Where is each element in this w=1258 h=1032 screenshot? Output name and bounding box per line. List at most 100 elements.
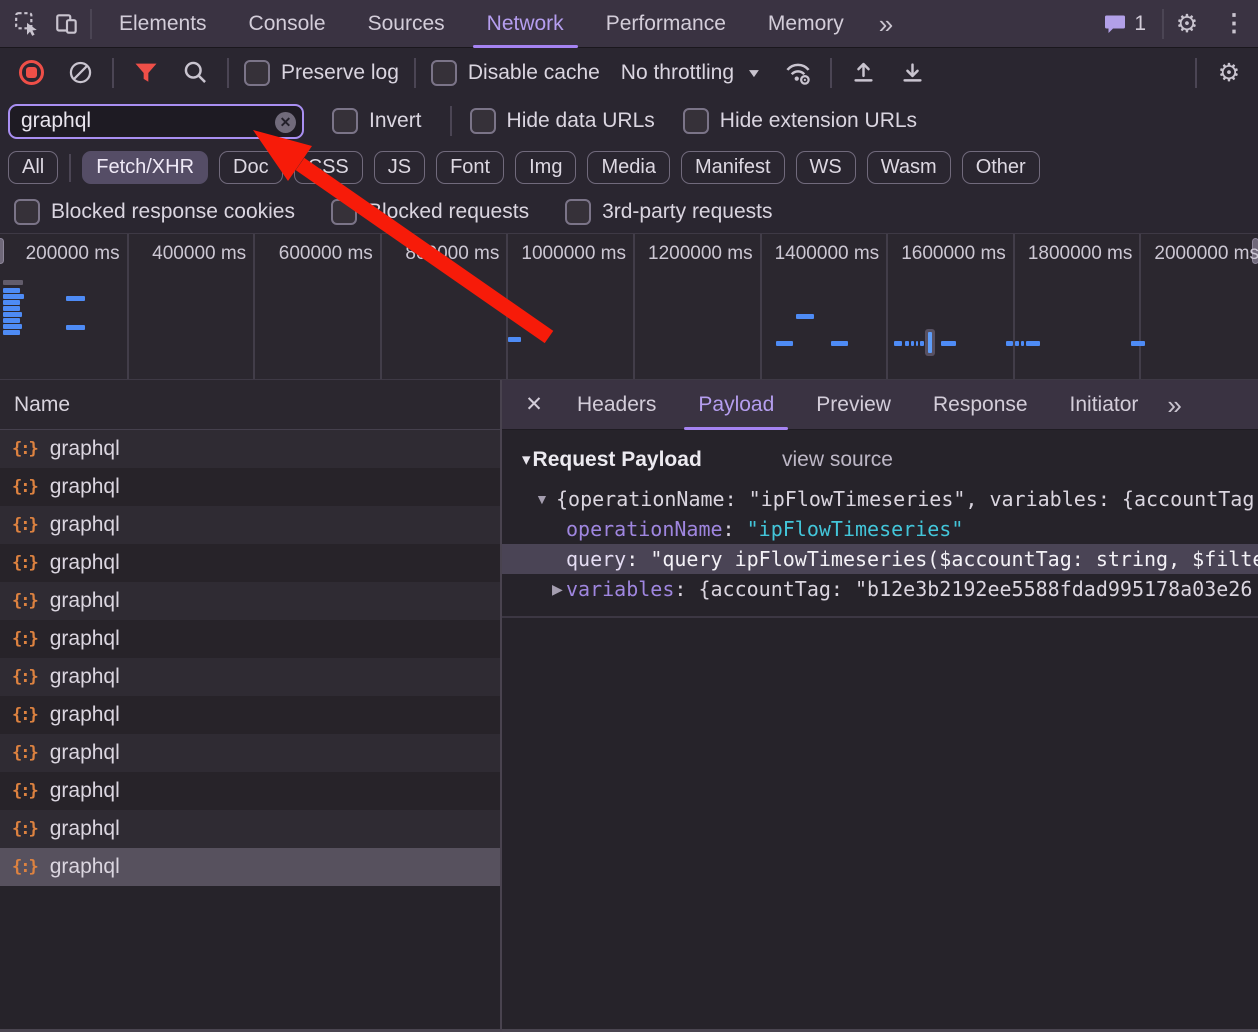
checkbox-label: Blocked requests	[368, 200, 529, 224]
clear-icon[interactable]	[63, 56, 97, 90]
tab-headers[interactable]: Headers	[556, 380, 677, 430]
filter-funnel-icon[interactable]	[129, 56, 163, 90]
export-har-icon[interactable]	[896, 56, 930, 90]
timeline-tick: 400000 ms	[126, 243, 246, 265]
checkbox[interactable]	[470, 108, 496, 134]
payload-key: variables	[566, 577, 674, 601]
chip-media[interactable]: Media	[587, 151, 669, 184]
name-column-header[interactable]: Name	[0, 380, 500, 430]
divider	[112, 58, 114, 88]
close-icon[interactable]: ✕	[512, 392, 556, 417]
request-row[interactable]: {:}graphql	[0, 468, 500, 506]
request-payload-section[interactable]: ▾ Request Payload view source	[502, 444, 1258, 476]
payload-line[interactable]: query: "query ipFlowTimeseries($accountT…	[502, 544, 1258, 574]
panel-splitter[interactable]	[500, 380, 502, 1032]
chip-wasm[interactable]: Wasm	[867, 151, 951, 184]
network-options-row: Blocked response cookies Blocked requests…	[0, 190, 1258, 233]
timeline-bar	[831, 341, 848, 346]
request-row[interactable]: {:}graphql	[0, 620, 500, 658]
filter-input-wrapper: ✕	[8, 104, 304, 139]
timeline-tick: 200000 ms	[0, 243, 120, 265]
chip-manifest[interactable]: Manifest	[681, 151, 785, 184]
section-collapse-icon[interactable]: ▾	[522, 450, 531, 470]
request-row[interactable]: {:}graphql	[0, 506, 500, 544]
checkbox[interactable]	[332, 108, 358, 134]
tab-initiator[interactable]: Initiator	[1049, 380, 1160, 430]
timeline-bar	[1015, 341, 1019, 346]
option-3rd-party-requests[interactable]: 3rd-party requests	[565, 199, 772, 225]
tab-preview[interactable]: Preview	[795, 380, 912, 430]
import-har-icon[interactable]	[847, 56, 881, 90]
request-row[interactable]: {:}graphql	[0, 658, 500, 696]
disable-cache-option[interactable]: Disable cache	[431, 60, 600, 86]
option-blocked-response-cookies[interactable]: Blocked response cookies	[14, 199, 295, 225]
preserve-log-option[interactable]: Preserve log	[244, 60, 399, 86]
disclosure-triangle-icon[interactable]: ▶	[552, 574, 563, 604]
chip-img[interactable]: Img	[515, 151, 576, 184]
section-title: Request Payload	[533, 448, 702, 472]
search-icon[interactable]	[178, 56, 212, 90]
option-blocked-requests[interactable]: Blocked requests	[331, 199, 529, 225]
checkbox[interactable]	[565, 199, 591, 225]
request-row[interactable]: {:}graphql	[0, 848, 500, 886]
divider	[90, 9, 92, 39]
network-conditions-icon[interactable]	[781, 56, 815, 90]
payload-line[interactable]: ▼{operationName: "ipFlowTimeseries", var…	[502, 484, 1258, 514]
request-row[interactable]: {:}graphql	[0, 734, 500, 772]
settings-gear-icon[interactable]: ⚙	[1170, 7, 1204, 41]
checkbox[interactable]	[244, 60, 270, 86]
chip-fetch-xhr[interactable]: Fetch/XHR	[82, 151, 208, 184]
view-source-link[interactable]: view source	[782, 448, 893, 472]
checkbox[interactable]	[431, 60, 457, 86]
issues-counter[interactable]: 1	[1093, 12, 1156, 36]
payload-line[interactable]: ▶variables: {accountTag: "b12e3b2192ee55…	[502, 574, 1258, 604]
divider	[450, 106, 452, 136]
chip-ws[interactable]: WS	[796, 151, 856, 184]
tab-performance[interactable]: Performance	[585, 0, 747, 48]
checkbox[interactable]	[331, 199, 357, 225]
disclosure-triangle-icon[interactable]: ▼	[535, 484, 549, 514]
checkbox[interactable]	[683, 108, 709, 134]
device-toolbar-icon[interactable]	[50, 7, 84, 41]
request-row[interactable]: {:}graphql	[0, 582, 500, 620]
message-count: 1	[1134, 12, 1146, 36]
request-row[interactable]: {:}graphql	[0, 772, 500, 810]
clear-filter-icon[interactable]: ✕	[275, 112, 296, 133]
chip-other[interactable]: Other	[962, 151, 1040, 184]
chip-doc[interactable]: Doc	[219, 151, 283, 184]
hide-extension-urls-option[interactable]: Hide extension URLs	[683, 108, 917, 134]
hide-data-urls-option[interactable]: Hide data URLs	[470, 108, 655, 134]
timeline-tick: 1800000 ms	[1012, 243, 1132, 265]
tab-payload[interactable]: Payload	[677, 380, 795, 430]
request-row[interactable]: {:}graphql	[0, 696, 500, 734]
tab-elements[interactable]: Elements	[98, 0, 228, 48]
tab-network[interactable]: Network	[466, 0, 585, 48]
chip-font[interactable]: Font	[436, 151, 504, 184]
tab-sources[interactable]: Sources	[347, 0, 466, 48]
chip-js[interactable]: JS	[374, 151, 425, 184]
menu-dots-icon[interactable]: ⋮	[1210, 9, 1258, 38]
divider	[1162, 9, 1164, 39]
throttling-dropdown[interactable]: No throttling ▼	[615, 61, 766, 85]
network-settings-gear-icon[interactable]: ⚙	[1212, 56, 1246, 90]
tab-memory[interactable]: Memory	[747, 0, 865, 48]
chip-css[interactable]: CSS	[294, 151, 363, 184]
more-detail-tabs-icon[interactable]: »	[1159, 383, 1189, 427]
request-row[interactable]: {:}graphql	[0, 810, 500, 848]
checkbox[interactable]	[14, 199, 40, 225]
tab-response[interactable]: Response	[912, 380, 1049, 430]
payload-line[interactable]: operationName: "ipFlowTimeseries"	[502, 514, 1258, 544]
request-row[interactable]: {:}graphql	[0, 544, 500, 582]
timeline-tick: 1600000 ms	[886, 243, 1006, 265]
chip-all[interactable]: All	[8, 151, 58, 184]
request-name: graphql	[50, 475, 120, 499]
more-tabs-icon[interactable]: »	[871, 2, 901, 46]
panel-tabs: ElementsConsoleSourcesNetworkPerformance…	[98, 0, 865, 48]
request-row[interactable]: {:}graphql	[0, 430, 500, 468]
request-name: graphql	[50, 551, 120, 575]
timeline-overview[interactable]: 200000 ms400000 ms600000 ms800000 ms1000…	[0, 233, 1258, 380]
inspect-element-icon[interactable]	[10, 7, 44, 41]
invert-option[interactable]: Invert	[332, 108, 422, 134]
tab-console[interactable]: Console	[228, 0, 347, 48]
record-icon[interactable]	[14, 56, 48, 90]
